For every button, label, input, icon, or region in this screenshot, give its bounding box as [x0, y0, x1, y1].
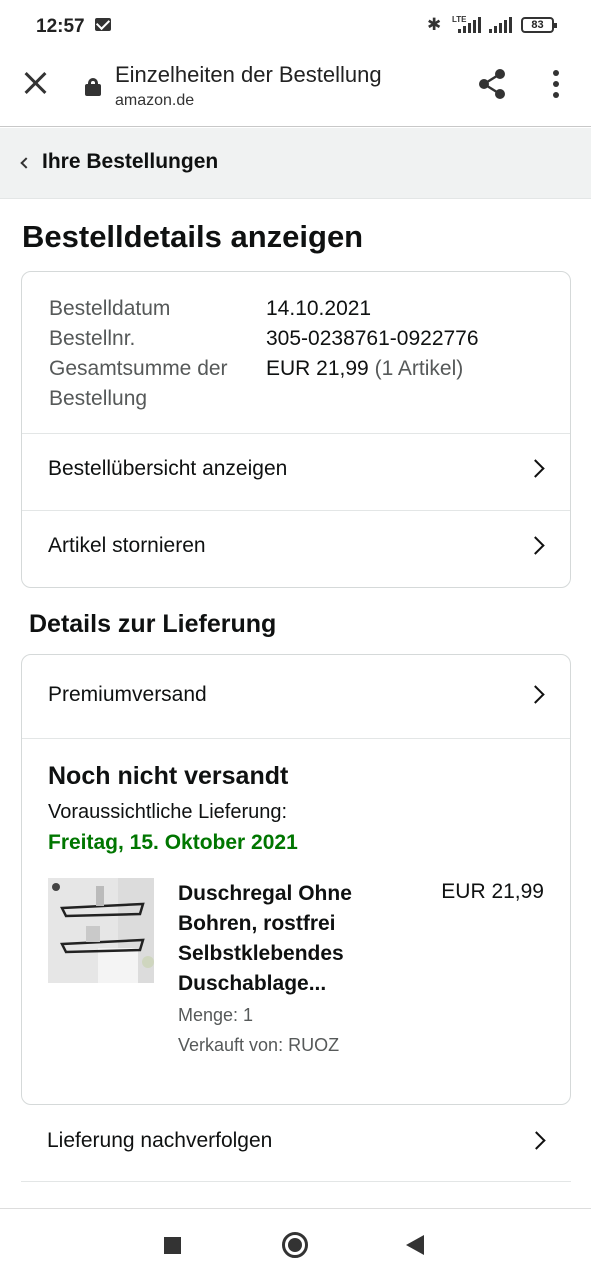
order-total-amount: EUR 21,99 — [266, 357, 369, 380]
page-title: Einzelheiten der Bestellung — [115, 62, 382, 87]
order-item-count: (1 Artikel) — [374, 357, 464, 380]
status-time: 12:57 — [36, 16, 85, 37]
order-total-row: Gesamtsumme der Bestellung EUR 21,99 (1 … — [49, 354, 549, 414]
system-nav-bar — [0, 1208, 591, 1280]
product-title[interactable]: Duschregal Ohne Bohren, rostfrei Selbstk… — [178, 879, 398, 999]
expected-delivery-label: Voraussichtliche Lieferung: — [48, 801, 288, 823]
product-seller: Verkauft von: RUOZ — [178, 1035, 340, 1055]
chevron-right-icon — [526, 685, 545, 704]
shipment-status: Noch nicht versandt — [48, 762, 289, 790]
product-image[interactable] — [48, 878, 154, 983]
order-number-value: 305-0238761-0922776 — [266, 327, 479, 350]
order-date-label: Bestelldatum — [49, 297, 171, 320]
bluetooth-icon: ✱ — [427, 15, 442, 34]
signal-icon — [489, 17, 513, 33]
cancel-items-link[interactable]: Artikel stornieren — [22, 510, 570, 587]
order-number-row: Bestellnr. 305-0238761-0922776 — [49, 324, 549, 354]
browser-toolbar: Einzelheiten der Bestellung amazon.de — [0, 52, 591, 127]
order-date-row: Bestelldatum 14.10.2021 — [49, 294, 549, 324]
chevron-right-icon — [526, 459, 545, 478]
product-price: EUR 21,99 — [441, 880, 544, 903]
shipping-method-link[interactable]: Premiumversand — [22, 655, 570, 739]
delivery-card: Premiumversand Noch nicht versandt Vorau… — [21, 654, 571, 1105]
breadcrumb[interactable]: Ihre Bestellungen — [0, 128, 591, 199]
home-icon[interactable] — [282, 1232, 308, 1258]
chevron-right-icon — [526, 536, 545, 555]
page-heading: Bestelldetails anzeigen — [22, 219, 364, 254]
product-quantity: Menge: 1 — [178, 1005, 254, 1025]
chevron-left-icon — [20, 157, 32, 169]
more-options-icon[interactable] — [547, 70, 565, 100]
order-summary-card: Bestelldatum 14.10.2021 Bestellnr. 305-0… — [21, 271, 571, 588]
order-info: Bestelldatum 14.10.2021 Bestellnr. 305-0… — [49, 294, 549, 414]
lock-icon — [85, 78, 101, 96]
page: 12:57 ✱ LTE 83 Einzelheiten der Bestellu… — [0, 0, 591, 1280]
breadcrumb-label: Ihre Bestellungen — [42, 150, 219, 173]
order-date-value: 14.10.2021 — [266, 297, 372, 320]
share-icon[interactable] — [476, 67, 508, 101]
status-bar: 12:57 ✱ LTE 83 — [0, 0, 591, 52]
chevron-right-icon — [527, 1131, 546, 1150]
cancel-items-label: Artikel stornieren — [48, 534, 206, 557]
order-total-value: EUR 21,99 (1 Artikel) — [266, 354, 463, 384]
signal-icon — [458, 17, 482, 33]
track-delivery-link[interactable]: Lieferung nachverfolgen — [21, 1105, 571, 1182]
battery-icon: 83 — [521, 17, 557, 33]
mail-icon — [95, 18, 111, 31]
track-delivery-label: Lieferung nachverfolgen — [47, 1129, 273, 1152]
order-total-label: Gesamtsumme der Bestellung — [49, 357, 228, 410]
shipping-method-label: Premiumversand — [48, 683, 207, 706]
delivery-heading: Details zur Lieferung — [29, 610, 277, 638]
view-order-summary-label: Bestellübersicht anzeigen — [48, 457, 288, 480]
view-order-summary-link[interactable]: Bestellübersicht anzeigen — [22, 433, 570, 510]
order-number-label: Bestellnr. — [49, 327, 136, 350]
close-icon[interactable] — [22, 69, 50, 97]
expected-delivery-date: Freitag, 15. Oktober 2021 — [48, 831, 298, 854]
back-icon[interactable] — [406, 1235, 424, 1255]
recent-apps-icon[interactable] — [164, 1237, 181, 1254]
url-label: amazon.de — [115, 92, 195, 109]
